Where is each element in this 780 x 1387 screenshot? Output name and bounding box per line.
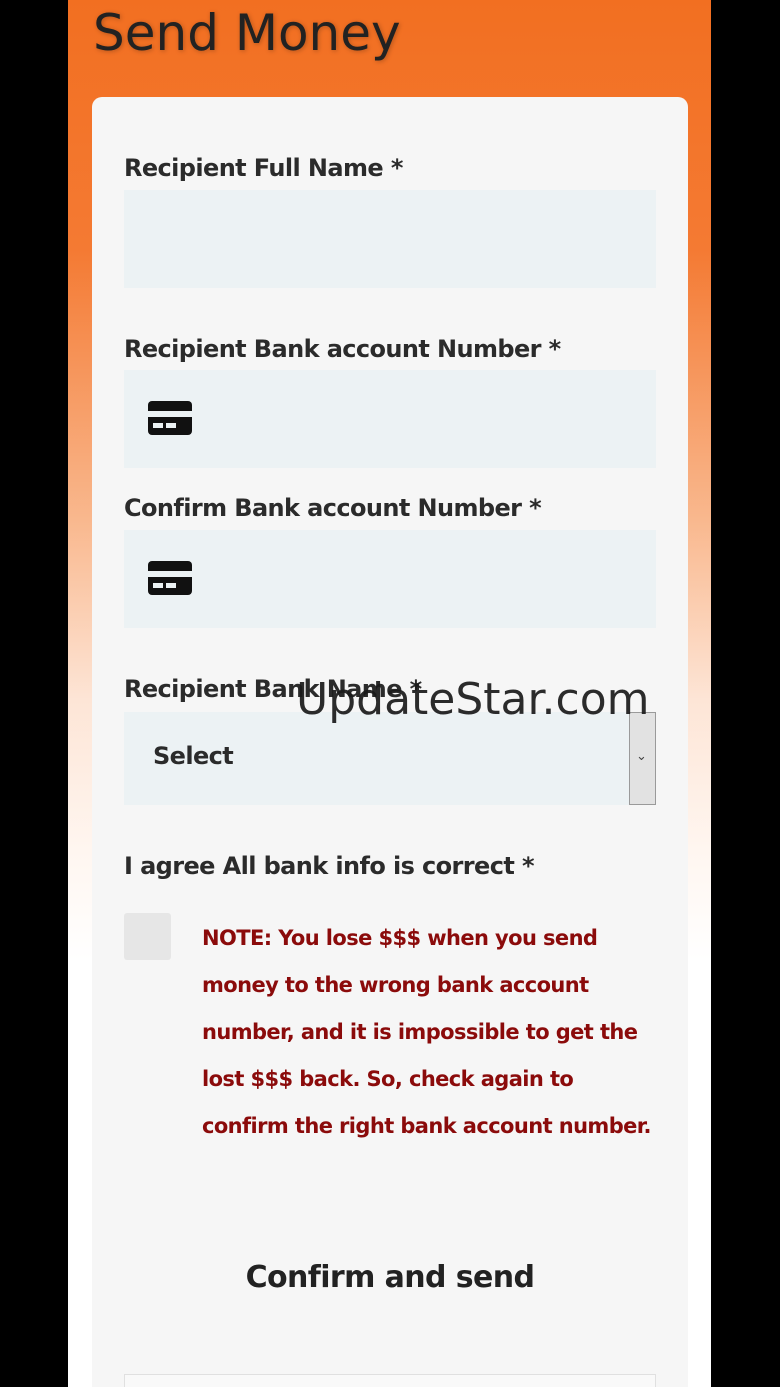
app-screen: Send Money Recipient Full Name * Recipie… (68, 0, 711, 1387)
bank-name-label: Recipient Bank Name * (124, 675, 422, 703)
account-number-label: Recipient Bank account Number * (124, 335, 561, 363)
recipient-name-input[interactable] (124, 190, 656, 288)
select-dropdown-button[interactable]: ⌄ (629, 712, 656, 805)
send-money-form: Recipient Full Name * Recipient Bank acc… (92, 97, 688, 1387)
agree-label: I agree All bank info is correct * (124, 852, 535, 880)
partial-field-box (124, 1374, 656, 1387)
confirm-account-number-label: Confirm Bank account Number * (124, 494, 542, 522)
credit-card-icon (148, 401, 192, 435)
page-title: Send Money (93, 4, 401, 62)
bank-name-selected-value: Select (153, 742, 234, 770)
confirm-and-send-button[interactable]: Confirm and send (124, 1247, 656, 1307)
recipient-name-label: Recipient Full Name * (124, 154, 403, 182)
confirm-account-number-input[interactable] (124, 530, 656, 628)
bank-name-select[interactable]: Select ⌄ (124, 712, 656, 805)
agree-checkbox[interactable] (124, 913, 171, 960)
account-number-input[interactable] (124, 370, 656, 468)
chevron-down-icon: ⌄ (636, 748, 647, 763)
warning-note: NOTE: You lose $$$ when you send money t… (202, 926, 652, 1138)
credit-card-icon (148, 561, 192, 595)
